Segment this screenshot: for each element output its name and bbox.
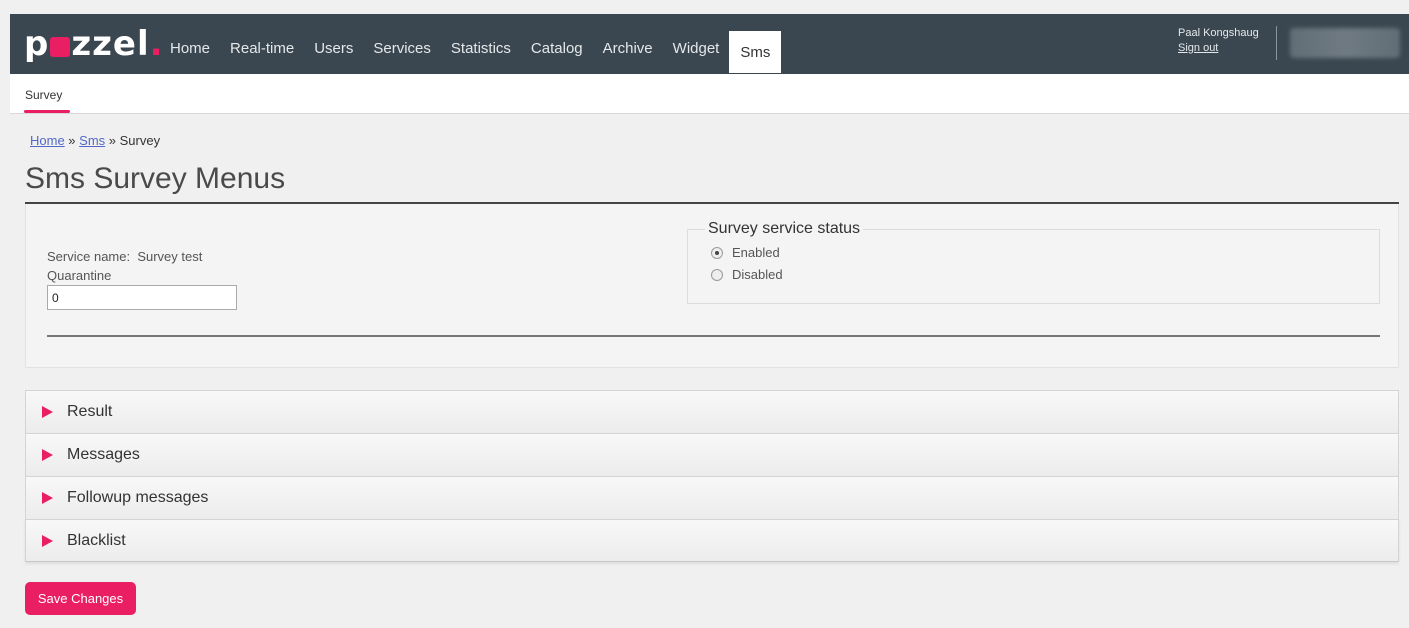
nav-item-statistics[interactable]: Statistics xyxy=(441,32,521,73)
nav-item-widget[interactable]: Widget xyxy=(663,32,730,73)
expand-arrow-icon xyxy=(42,535,53,547)
survey-status-fieldset: Survey service status Enabled Disabled xyxy=(687,220,1380,304)
accordion-messages[interactable]: Messages xyxy=(25,433,1399,476)
nav-item-users[interactable]: Users xyxy=(304,32,363,73)
breadcrumb-current: Survey xyxy=(119,133,161,148)
expand-arrow-icon xyxy=(42,449,53,461)
sub-navigation: Survey xyxy=(10,74,1409,114)
breadcrumb-separator: » xyxy=(64,133,80,148)
expand-arrow-icon xyxy=(42,492,53,504)
accordion-blacklist[interactable]: Blacklist xyxy=(25,519,1399,562)
status-enabled-option[interactable]: Enabled xyxy=(711,245,780,260)
puzzel-logo[interactable]: p zzel. xyxy=(24,24,164,64)
breadcrumb-sms-link[interactable]: Sms xyxy=(79,133,105,148)
quarantine-label: Quarantine xyxy=(47,268,112,283)
sign-out-link[interactable]: Sign out xyxy=(1178,41,1259,56)
breadcrumb-separator: » xyxy=(105,133,120,148)
nav-item-real-time[interactable]: Real-time xyxy=(220,32,304,73)
service-settings-panel: Service name: Survey test Quarantine Sur… xyxy=(25,204,1399,368)
disabled-radio[interactable] xyxy=(711,268,723,281)
service-name-label: Service name: xyxy=(47,249,131,264)
service-name: Service name: Survey test xyxy=(47,249,202,264)
active-tab-indicator xyxy=(24,110,70,113)
quarantine-input[interactable] xyxy=(47,285,237,310)
user-divider xyxy=(1276,26,1277,60)
accordion-label: Result xyxy=(67,403,113,420)
redacted-account-info xyxy=(1290,28,1400,58)
accordion-result[interactable]: Result xyxy=(25,390,1399,433)
service-name-value: Survey test xyxy=(137,249,203,264)
enabled-radio[interactable] xyxy=(711,246,723,259)
status-disabled-option[interactable]: Disabled xyxy=(711,267,783,282)
panel-divider xyxy=(47,335,1380,337)
user-name: Paal Kongshaug xyxy=(1178,27,1259,39)
subnav-item-survey[interactable]: Survey xyxy=(25,88,62,102)
expand-arrow-icon xyxy=(42,406,53,418)
accordion-label: Followup messages xyxy=(67,489,209,506)
page-title: Sms Survey Menus xyxy=(25,162,286,195)
survey-status-legend: Survey service status xyxy=(705,220,864,238)
breadcrumb-home-link[interactable]: Home xyxy=(30,133,65,148)
nav-item-sms[interactable]: Sms xyxy=(729,31,782,73)
main-nav: Home Real-time Users Services Statistics… xyxy=(160,31,782,73)
nav-item-home[interactable]: Home xyxy=(160,32,220,73)
nav-item-archive[interactable]: Archive xyxy=(593,32,663,73)
user-info: Paal Kongshaug Sign out xyxy=(1178,26,1259,56)
top-navigation-bar: p zzel. Home Real-time Users Services Sta… xyxy=(10,14,1409,74)
disabled-label: Disabled xyxy=(732,267,783,282)
sections-accordion: Result Messages Followup messages Blackl… xyxy=(25,390,1399,562)
accordion-label: Messages xyxy=(67,446,140,463)
accordion-followup-messages[interactable]: Followup messages xyxy=(25,476,1399,519)
nav-item-services[interactable]: Services xyxy=(363,32,441,73)
nav-item-catalog[interactable]: Catalog xyxy=(521,32,593,73)
breadcrumb: Home » Sms » Survey xyxy=(30,133,160,148)
enabled-label: Enabled xyxy=(732,245,780,260)
accordion-label: Blacklist xyxy=(67,532,126,549)
save-changes-button[interactable]: Save Changes xyxy=(25,582,136,615)
